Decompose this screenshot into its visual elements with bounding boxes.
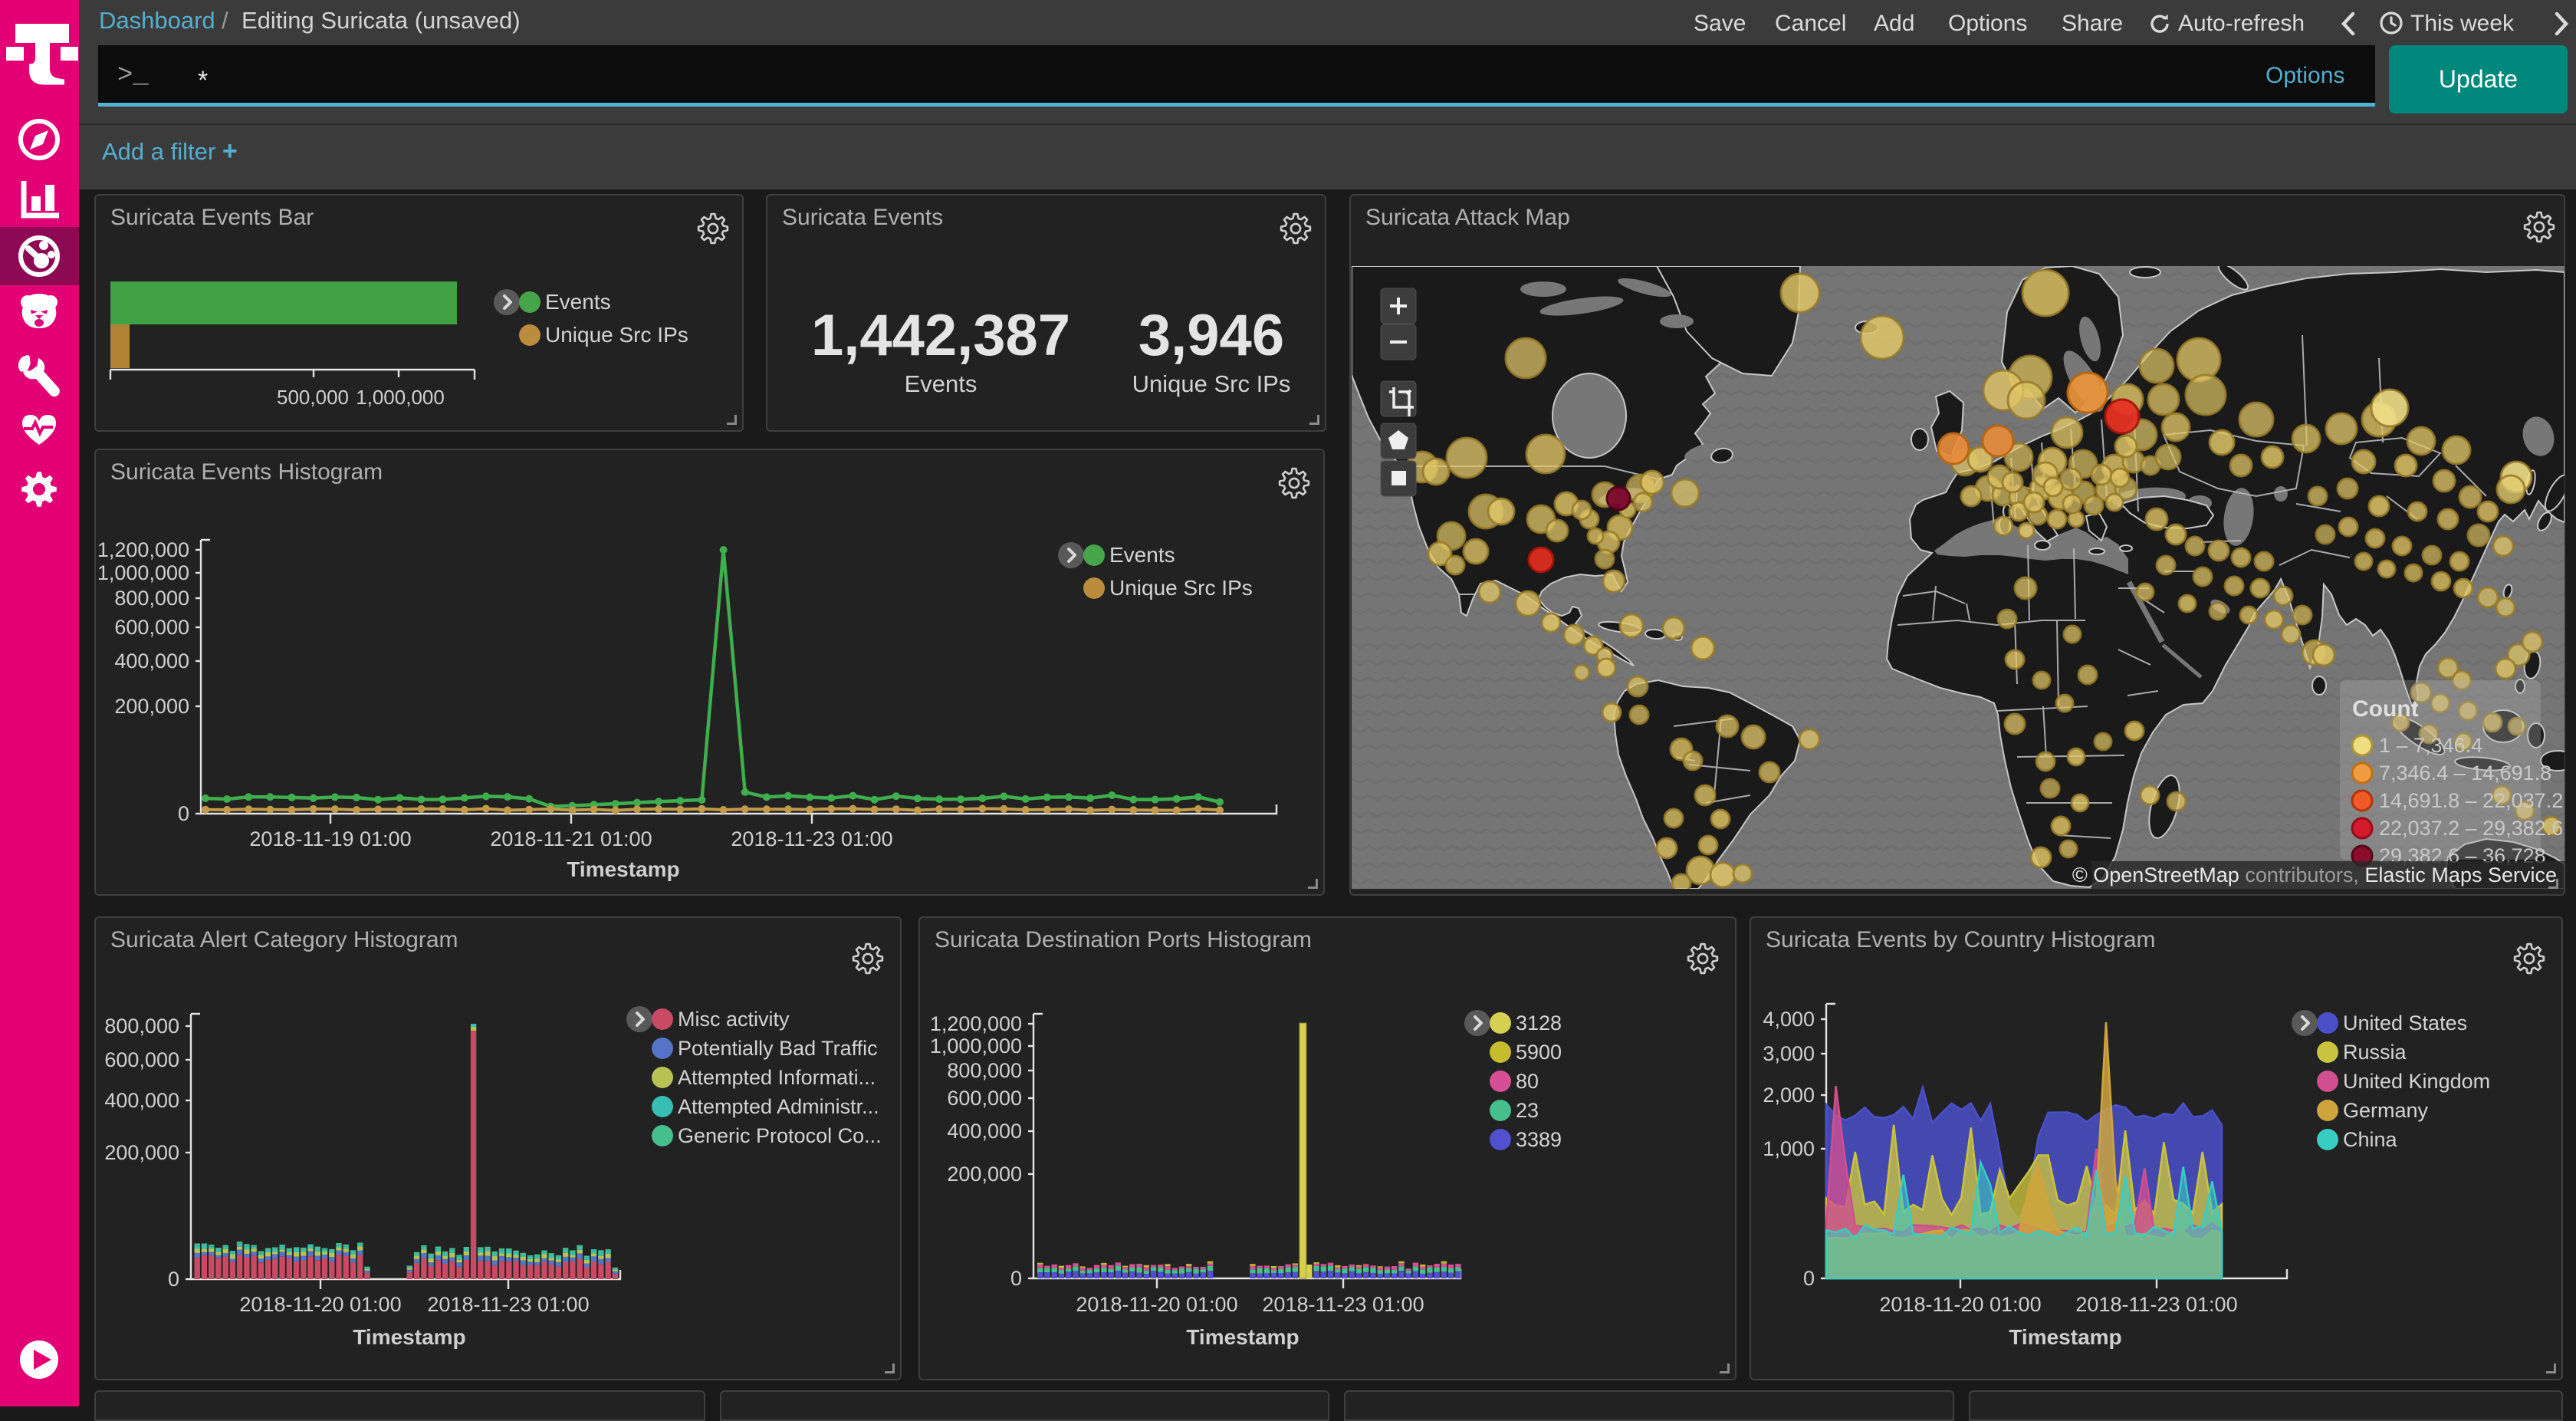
svg-text:United States: United States xyxy=(2343,1011,2467,1035)
svg-text:200,000: 200,000 xyxy=(947,1163,1022,1186)
svg-text:14,691.8 – 22,037.2: 14,691.8 – 22,037.2 xyxy=(2379,789,2563,812)
svg-text:800,000: 800,000 xyxy=(947,1059,1022,1082)
svg-text:2018-11-20 01:00: 2018-11-20 01:00 xyxy=(1879,1293,2041,1316)
svg-text:5900: 5900 xyxy=(1516,1041,1562,1064)
svg-text:3,946: 3,946 xyxy=(1138,303,1284,368)
svg-text:22,037.2 – 29,382.6: 22,037.2 – 29,382.6 xyxy=(2379,817,2563,840)
svg-text:800,000: 800,000 xyxy=(114,587,189,610)
svg-text:Events: Events xyxy=(905,370,978,397)
svg-text:Count: Count xyxy=(2352,696,2419,722)
svg-text:400,000: 400,000 xyxy=(114,650,189,673)
svg-text:Misc activity: Misc activity xyxy=(678,1008,790,1031)
svg-text:Unique Src IPs: Unique Src IPs xyxy=(1109,576,1253,600)
svg-text:2018-11-19 01:00: 2018-11-19 01:00 xyxy=(249,827,411,850)
svg-text:0: 0 xyxy=(178,802,189,825)
svg-text:1,442,387: 1,442,387 xyxy=(811,303,1070,368)
svg-text:1 – 7,346.4: 1 – 7,346.4 xyxy=(2379,734,2482,757)
svg-text:Unique Src IPs: Unique Src IPs xyxy=(1132,370,1291,397)
svg-text:600,000: 600,000 xyxy=(114,616,189,639)
svg-text:1,000,000: 1,000,000 xyxy=(356,386,445,409)
svg-text:200,000: 200,000 xyxy=(104,1141,179,1164)
svg-text:Unique Src IPs: Unique Src IPs xyxy=(545,323,688,347)
svg-text:3,000: 3,000 xyxy=(1763,1042,1815,1065)
svg-text:80: 80 xyxy=(1516,1070,1539,1093)
svg-text:Potentially Bad Traffic: Potentially Bad Traffic xyxy=(678,1037,878,1060)
svg-text:0: 0 xyxy=(1010,1267,1022,1290)
svg-text:Timestamp: Timestamp xyxy=(353,1325,465,1349)
svg-text:0: 0 xyxy=(1803,1267,1815,1290)
svg-text:Timestamp: Timestamp xyxy=(2009,1325,2121,1349)
svg-text:Timestamp: Timestamp xyxy=(567,857,679,881)
svg-text:2018-11-21 01:00: 2018-11-21 01:00 xyxy=(490,827,652,850)
svg-text:Germany: Germany xyxy=(2343,1099,2429,1122)
svg-text:400,000: 400,000 xyxy=(104,1089,179,1112)
svg-text:4,000: 4,000 xyxy=(1763,1008,1815,1031)
svg-text:1,000: 1,000 xyxy=(1763,1137,1815,1160)
svg-text:800,000: 800,000 xyxy=(104,1015,179,1038)
svg-text:3389: 3389 xyxy=(1516,1128,1562,1151)
svg-text:Timestamp: Timestamp xyxy=(1186,1325,1299,1349)
svg-text:1,200,000: 1,200,000 xyxy=(97,538,189,561)
svg-text:0: 0 xyxy=(168,1268,179,1291)
svg-text:2018-11-23 01:00: 2018-11-23 01:00 xyxy=(2075,1293,2237,1316)
svg-text:1,000,000: 1,000,000 xyxy=(930,1035,1022,1058)
svg-text:Attempted Informati...: Attempted Informati... xyxy=(678,1066,876,1089)
svg-text:500,000: 500,000 xyxy=(277,386,349,409)
svg-text:© OpenStreetMap contributors,: © OpenStreetMap contributors, Elastic Ma… xyxy=(2072,863,2557,886)
svg-text:2018-11-20 01:00: 2018-11-20 01:00 xyxy=(1076,1293,1237,1316)
svg-text:200,000: 200,000 xyxy=(114,695,189,718)
svg-text:Russia: Russia xyxy=(2343,1041,2407,1064)
svg-text:23: 23 xyxy=(1516,1099,1539,1122)
svg-text:United Kingdom: United Kingdom xyxy=(2343,1070,2490,1093)
svg-text:600,000: 600,000 xyxy=(104,1048,179,1071)
svg-text:2,000: 2,000 xyxy=(1763,1084,1815,1107)
svg-text:2018-11-23 01:00: 2018-11-23 01:00 xyxy=(427,1293,589,1316)
svg-text:Events: Events xyxy=(1109,543,1175,567)
svg-text:Events: Events xyxy=(545,290,611,314)
svg-text:2018-11-23 01:00: 2018-11-23 01:00 xyxy=(1262,1293,1424,1316)
svg-text:1,200,000: 1,200,000 xyxy=(930,1012,1022,1035)
svg-text:2018-11-20 01:00: 2018-11-20 01:00 xyxy=(239,1293,401,1316)
svg-text:Attempted Administr...: Attempted Administr... xyxy=(678,1095,879,1118)
svg-text:China: China xyxy=(2343,1128,2398,1151)
svg-text:600,000: 600,000 xyxy=(947,1087,1022,1110)
svg-text:1,000,000: 1,000,000 xyxy=(97,561,189,584)
svg-text:2018-11-23 01:00: 2018-11-23 01:00 xyxy=(731,827,892,850)
svg-text:3128: 3128 xyxy=(1516,1011,1562,1035)
svg-text:Generic Protocol Co...: Generic Protocol Co... xyxy=(678,1124,882,1147)
svg-text:7,346.4 – 14,691.8: 7,346.4 – 14,691.8 xyxy=(2379,761,2551,785)
svg-text:400,000: 400,000 xyxy=(947,1120,1022,1143)
